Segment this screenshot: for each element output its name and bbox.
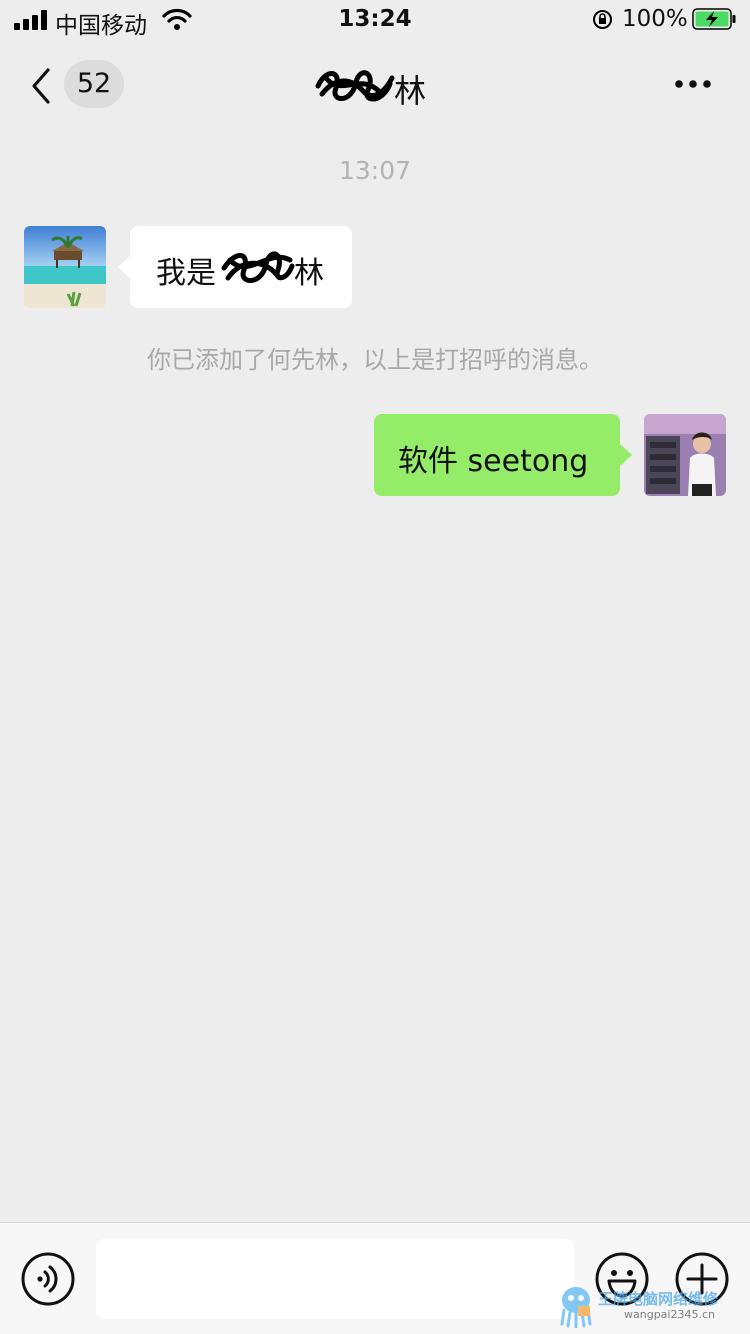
chat-title: 林 [310,64,440,110]
rotation-lock-icon [593,10,612,29]
chat-title-text: 林 [394,72,427,110]
battery-charging-icon [692,8,736,30]
message-text-suffix: 林 [294,256,324,291]
message-text-prefix: 我是 [156,256,216,291]
incoming-message-bubble[interactable]: 我是 林 [118,226,352,308]
more-dots-icon[interactable] [668,70,718,98]
unread-count-badge[interactable]: 52 [64,60,124,108]
my-avatar[interactable] [644,414,726,496]
watermark-text: 王牌电脑网络维修 [598,1290,719,1308]
time-divider: 13:07 [338,156,412,185]
system-tip: 你已添加了何先林，以上是打招呼的消息。 [147,346,603,374]
contact-avatar[interactable] [24,226,106,308]
outgoing-message-bubble[interactable]: 软件 seetong [374,414,632,496]
voice-icon[interactable] [20,1251,76,1307]
status-bar: 中国移动 13:24 100% [0,0,750,40]
watermark-mascot-icon [560,1287,592,1328]
battery-percent: 100% [622,6,688,32]
watermark-url: wangpai2345.cn [624,1308,715,1321]
redaction-scribble [315,70,395,102]
redaction-scribble [221,251,295,283]
chat-header: 52 林 [0,40,750,128]
watermark: 王牌电脑网络维修 wangpai2345.cn [556,1282,746,1328]
back-chevron-icon[interactable] [26,66,60,106]
message-input[interactable] [96,1239,574,1319]
message-text: 软件 seetong [398,444,589,479]
